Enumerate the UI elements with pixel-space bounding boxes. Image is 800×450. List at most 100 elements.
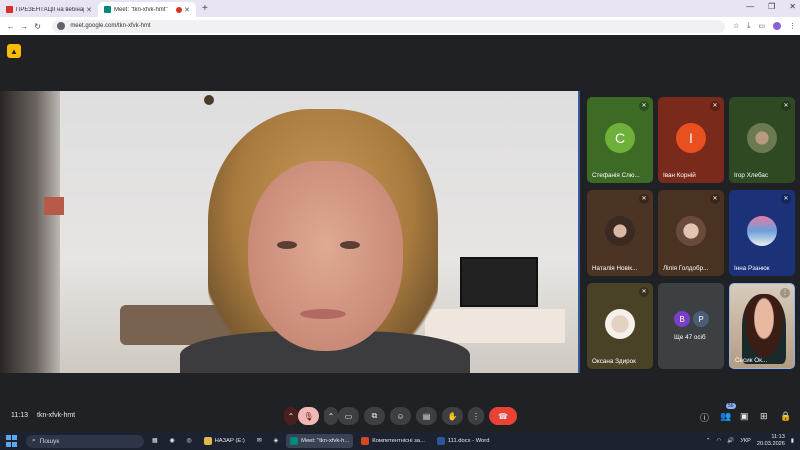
meet-icon — [104, 6, 111, 13]
taskbar-app-label: 111.docx - Word — [447, 438, 490, 444]
mail-icon[interactable]: ✉ — [253, 434, 266, 448]
end-call-icon: ☎ — [498, 411, 508, 421]
edge-icon[interactable]: ◎ — [183, 434, 196, 448]
profile-avatar[interactable] — [772, 22, 781, 30]
participant-name: Наталія Новік... — [592, 265, 638, 272]
taskbar-app-powerpoint[interactable]: Компетентнісні за... — [357, 434, 429, 448]
end-call-button[interactable]: ☎ — [489, 407, 517, 425]
camera-toggle-button[interactable]: ▭ — [338, 407, 359, 425]
minimize-icon[interactable]: — — [746, 2, 754, 11]
clock-time: 11:13 — [771, 434, 785, 440]
close-icon[interactable]: ✕ — [184, 6, 190, 14]
wifi-icon[interactable]: ◠ — [717, 438, 722, 444]
people-icon: 👥 — [720, 411, 732, 421]
close-icon[interactable]: ✕ — [86, 6, 92, 14]
meet-logo-icon: ▲ — [7, 44, 21, 58]
participant-grid: ✕ С Стефанія Слю... ✕ І Іван Корній ✕ Іг… — [587, 97, 795, 369]
avatar — [747, 216, 777, 246]
close-window-icon[interactable]: ✕ — [789, 2, 796, 11]
mic-toggle-button[interactable]: 🎙 — [298, 407, 319, 425]
avatar — [605, 216, 635, 246]
participant-tile[interactable]: ✕ Лілія Голдобр... — [658, 190, 724, 276]
participant-tile[interactable]: ✕ С Стефанія Слю... — [587, 97, 653, 183]
browser-menu-icon[interactable]: ⋮ — [789, 22, 796, 30]
chrome-icon[interactable]: ◉ — [165, 434, 178, 448]
address-bar-row: ← → ↻ meet.google.com/tkn-xfvk-hmt ☆ ⤓ ▭… — [0, 17, 800, 35]
taskbar-app-explorer[interactable]: НАЗАР (E:) — [200, 434, 249, 448]
forward-icon[interactable]: → — [17, 22, 30, 31]
avatar: В — [674, 311, 690, 327]
avatar — [747, 123, 777, 153]
folder-icon — [203, 437, 212, 445]
participant-tile[interactable]: ✕ Ігор Хлебас — [729, 97, 795, 183]
captions-button[interactable]: ▤ — [416, 407, 437, 425]
speaker-figure — [340, 241, 360, 249]
more-participants-tile[interactable]: В Р Ще 47 осіб — [658, 283, 724, 369]
taskbar-app-label: Meet: "tkn-xfvk-h... — [301, 438, 350, 444]
task-view-icon[interactable]: ▦ — [148, 434, 161, 448]
back-icon[interactable]: ← — [4, 22, 17, 31]
tab-title: ПРЕЗЕНТАЦІЇ на вебінар ТН — [16, 6, 84, 13]
mic-off-icon: ✕ — [710, 194, 720, 204]
url-bar[interactable]: meet.google.com/tkn-xfvk-hmt — [52, 19, 725, 33]
window-controls: — ❐ ✕ — [746, 2, 796, 11]
notifications-icon[interactable]: ▮ — [791, 438, 794, 444]
browser-tab-presentations[interactable]: ПРЕЗЕНТАЦІЇ на вебінар ТН ✕ — [0, 2, 98, 17]
tab-title: Meet: "tkn-xfvk-hmt" — [114, 6, 168, 13]
activities-button[interactable]: ⊞ — [760, 411, 768, 422]
clock[interactable]: 11:13 20.03.2026 — [757, 434, 785, 448]
taskbar-app-word[interactable]: 111.docx - Word — [433, 434, 494, 448]
mic-options-button[interactable]: ⌃ — [284, 407, 298, 425]
taskbar-app-meet[interactable]: Meet: "tkn-xfvk-h... — [286, 434, 354, 448]
language-indicator[interactable]: УКР — [740, 438, 751, 444]
reload-icon[interactable]: ↻ — [31, 22, 44, 31]
participant-name: Іван Корній — [663, 172, 696, 179]
people-button[interactable]: 👥 — [720, 411, 731, 422]
participant-tile[interactable]: ✕ Оксана Здирок — [587, 283, 653, 369]
participant-tile[interactable]: ✕ Наталія Новік... — [587, 190, 653, 276]
raise-hand-button[interactable]: ✋ — [442, 407, 463, 425]
meeting-code: tkn-xfvk-hmt — [37, 412, 76, 419]
maximize-icon[interactable]: ❐ — [768, 2, 775, 11]
taskbar-search[interactable]: ⌕ Пошук — [26, 434, 144, 448]
new-tab-button[interactable]: + — [196, 2, 214, 17]
camera-options-button[interactable]: ⌃ — [324, 407, 338, 425]
chat-button[interactable]: ▣ — [740, 411, 749, 422]
bookmark-star-icon[interactable]: ☆ — [733, 22, 739, 30]
powerpoint-icon — [361, 437, 370, 445]
chevron-up-icon[interactable]: ⌃ — [706, 438, 711, 444]
browser-toolbar-icons: ☆ ⤓ ▭ ⋮ — [733, 22, 796, 30]
host-controls-button[interactable]: 🔒 — [780, 411, 791, 422]
mic-off-icon: ✕ — [710, 101, 720, 111]
clock-date: 20.03.2026 — [756, 441, 785, 447]
windows-start-icon[interactable] — [6, 435, 18, 447]
raise-hand-icon: ✋ — [447, 411, 458, 421]
more-vert-icon[interactable]: ⋮ — [780, 288, 790, 298]
info-button[interactable]: ⓘ — [700, 411, 709, 424]
download-icon[interactable]: ⤓ — [747, 22, 750, 30]
extension-icon[interactable]: ▭ — [758, 22, 765, 30]
participant-tile[interactable]: ✕ І Іван Корній — [658, 97, 724, 183]
video-background — [204, 95, 214, 105]
participants-count-badge: 56 — [726, 403, 736, 409]
volume-icon[interactable]: 🔊 — [727, 438, 734, 444]
video-background — [0, 91, 60, 373]
more-options-button[interactable]: ⋮ — [468, 407, 484, 425]
gmail-icon — [6, 6, 13, 13]
participant-tile[interactable]: ⋮ Сесик Ок... — [729, 283, 795, 369]
mic-off-icon: ✕ — [781, 194, 791, 204]
store-icon[interactable]: ◈ — [270, 434, 282, 448]
present-icon: ⧉ — [371, 411, 378, 420]
participant-name: Сесик Ок... — [735, 357, 768, 364]
browser-tab-meet[interactable]: Meet: "tkn-xfvk-hmt" ✕ — [98, 2, 196, 17]
emoji-button[interactable]: ☺ — [390, 407, 411, 425]
captions-icon: ▤ — [422, 411, 431, 421]
word-icon — [436, 437, 445, 445]
participant-tile[interactable]: ✕ Інна Рзанюк — [729, 190, 795, 276]
main-speaker-video[interactable] — [0, 91, 580, 373]
avatar — [605, 309, 635, 339]
site-info-icon[interactable] — [57, 22, 66, 30]
browser-tab-strip: ПРЕЗЕНТАЦІЇ на вебінар ТН ✕ Meet: "tkn-x… — [0, 0, 800, 17]
chevron-up-icon: ⌃ — [287, 411, 295, 421]
present-button[interactable]: ⧉ — [364, 407, 385, 425]
